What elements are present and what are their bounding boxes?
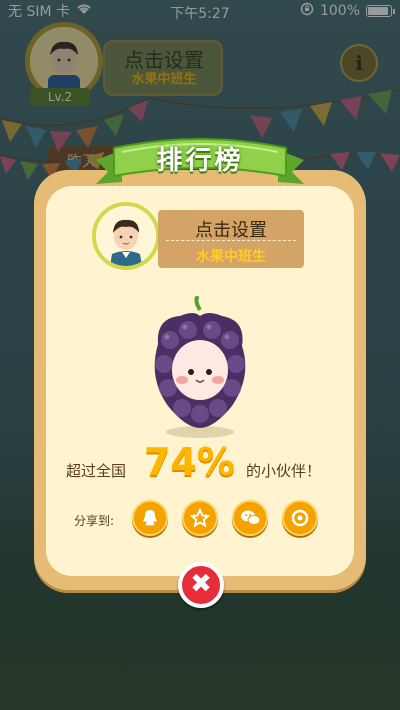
qq-icon bbox=[143, 510, 157, 526]
qzone-star-icon bbox=[190, 508, 210, 528]
player-name[interactable]: 点击设置 bbox=[158, 216, 304, 242]
rank-prefix: 超过全国 bbox=[66, 462, 127, 480]
wechat-icon bbox=[241, 510, 261, 525]
moments-icon bbox=[291, 509, 309, 527]
share-qq-button[interactable] bbox=[132, 500, 168, 536]
leaderboard-title: 排行榜 bbox=[156, 146, 244, 176]
name-divider bbox=[166, 240, 296, 241]
close-button[interactable]: ✖ bbox=[178, 562, 224, 608]
player-avatar[interactable] bbox=[92, 202, 160, 270]
share-wechat-button[interactable] bbox=[232, 500, 268, 536]
player-title: 水果中班生 bbox=[196, 249, 266, 265]
share-moments-button[interactable] bbox=[282, 500, 318, 536]
rank-percent: 74% bbox=[144, 440, 235, 484]
rank-suffix: 的小伙伴！ bbox=[246, 462, 322, 480]
share-qzone-button[interactable] bbox=[182, 500, 218, 536]
mulberry-mascot-icon bbox=[154, 296, 246, 438]
share-label: 分享到: bbox=[74, 514, 115, 528]
